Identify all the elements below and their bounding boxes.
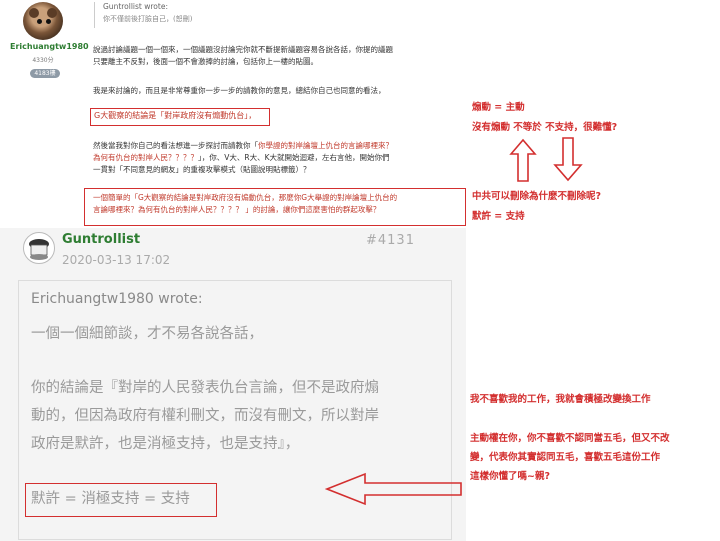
quote-line: 一個一個細節談，才不易各說各話， <box>31 326 263 342</box>
equation-text: 默許 = 消極支持 = 支持 <box>31 491 190 507</box>
paragraph-1: 說過討論議題一個一個來，一個議題沒討論完你就不斷提新議題容易各說各話，你提的議題… <box>93 44 393 68</box>
quote-author: Erichuangtw1980 wrote: <box>31 291 203 307</box>
author-points: 4330分 <box>32 57 54 64</box>
question-line: 言論哪裡來？為何有仇台的對岸人民？？？？ 」的討論，讓你們這麼害怕的群起攻擊？ <box>93 205 381 214</box>
annotation-incite: 煽動 = 主動 <box>472 102 525 113</box>
annotation-wumao: 變，代表你其實認同五毛，喜歡五毛這份工作 <box>470 452 661 463</box>
post-number[interactable]: #4131 <box>366 233 415 248</box>
dog-eye-icon <box>46 19 51 24</box>
avatar[interactable] <box>23 232 55 264</box>
quote-line: 動的，但因為政府有權利刪文，而沒有刪文，所以對岸 <box>31 408 379 424</box>
avatar[interactable] <box>23 2 63 40</box>
paragraph-3: 然後當我對你自己的看法想進一步探討而請教你「你學證的對岸論壇上仇台的言論哪裡來？… <box>93 140 393 176</box>
question-block: 一個簡單的「G大觀察的結論是對岸政府沒有煽動仇台，那麼你G大舉證的對岸論壇上仇台… <box>93 192 397 216</box>
paragraph-line: 一貫對「不同意見的網友」的重複攻擊模式（貼圖說明貼標籤）？ <box>93 165 311 174</box>
annotation-acquiesce: 默許 = 支持 <box>472 211 525 222</box>
dog-ear-icon <box>29 8 39 18</box>
top-post: Erichuangtw1980 4330分 4183樓 Guntrollist … <box>0 0 466 230</box>
annotation-not-inciting: 沒有煽動 不等於 不支持，很難懂? <box>472 122 618 133</box>
left-arrow-icon <box>325 472 462 506</box>
up-arrow-icon <box>509 138 537 182</box>
paragraph-2: 我是來討論的，而且是非常尊重你一步一步的請教你的意見，總結你自己也同意的看法， <box>93 86 386 95</box>
quote-line: 政府是默許，也是消極支持，也是支持』， <box>31 436 300 452</box>
annotation-initiative: 主動權在你，你不喜歡不認同當五毛，但又不改 <box>470 433 670 444</box>
paragraph-line: 然後當我對你自己的看法想進一步探討而請教你「你學證的對岸論壇上仇台的言論哪裡來？ <box>93 141 393 150</box>
question-line: 一個簡單的「G大觀察的結論是對岸政府沒有煽動仇台，那麼你G大舉證的對岸論壇上仇台… <box>93 193 398 202</box>
arrows-icon <box>509 137 583 182</box>
floor-badge[interactable]: 4183樓 <box>30 69 60 78</box>
avatar-illustration-icon <box>29 239 49 260</box>
author-name[interactable]: Guntrollist <box>62 232 140 247</box>
dog-eye-icon <box>37 19 42 24</box>
dog-ear-icon <box>47 8 57 18</box>
quote-line: 你的結論是『對岸的人民發表仇台言論，但不是政府煽 <box>31 380 379 396</box>
author-name[interactable]: Erichuangtw1980 <box>10 42 89 51</box>
quote-block: Guntrollist wrote: 你不僅前後打臉自己，(恕刪) <box>94 2 433 28</box>
annotation-job: 我不喜歡我的工作，我就會積極改變換工作 <box>470 394 651 405</box>
paragraph-line: 說過討論議題一個一個來，一個議題沒討論完你就不斷提新議題容易各說各話，你提的議題 <box>93 45 393 54</box>
quote-text: 你不僅前後打臉自己，(恕刪) <box>103 15 193 23</box>
paragraph-line: 為何有仇台的對岸人民？？？？」，你、V大、R大、K大就開始迴避，左右言他，開始你… <box>93 153 390 162</box>
down-arrow-icon <box>553 137 583 182</box>
conclusion-text: G大觀察的結論是「對岸政府沒有煽動仇台」， <box>94 111 257 120</box>
annotation-understand: 這樣你懂了嗎~親? <box>470 471 550 482</box>
post-date: 2020-03-13 17:02 <box>62 253 171 267</box>
paragraph-line: 只要離主不反對，後面一個不會激捧的討論，包括你上一樓的貼圖。 <box>93 57 318 66</box>
annotation-why-not-delete: 中共可以刪除為什麼不刪除呢? <box>472 191 602 202</box>
quote-author: Guntrollist wrote: <box>103 2 168 11</box>
